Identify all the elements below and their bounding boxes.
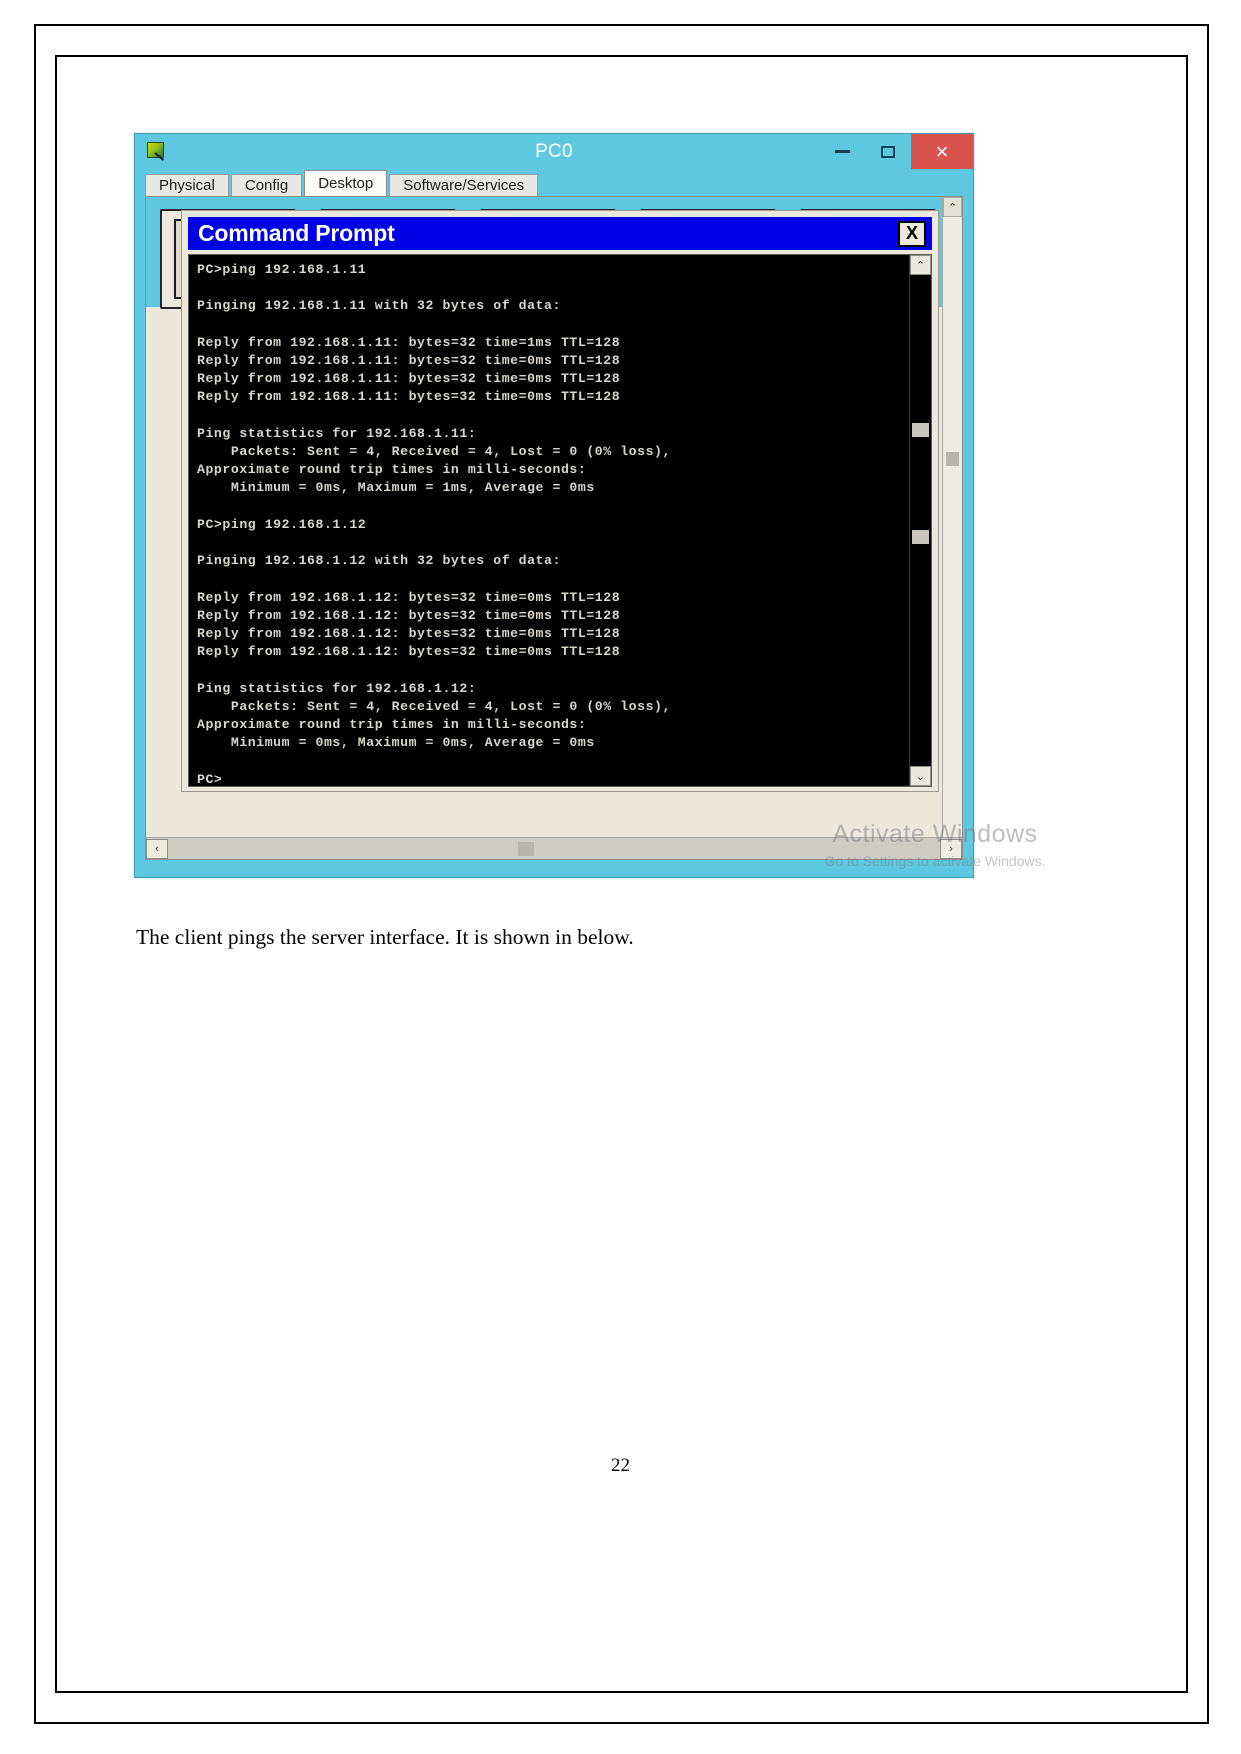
console-scroll-thumb[interactable] — [912, 423, 929, 437]
console-scroll-up-icon[interactable]: ⌃ — [910, 255, 931, 275]
window-title-bar: PC0 × — [135, 134, 973, 169]
packet-tracer-icon — [145, 141, 167, 163]
console-output-text: PC>ping 192.168.1.11 Pinging 192.168.1.1… — [197, 262, 671, 787]
device-tabs: Physical Config Desktop Software/Service… — [145, 169, 963, 196]
console-output-area[interactable]: PC>ping 192.168.1.11 Pinging 192.168.1.1… — [188, 254, 932, 787]
console-vertical-scrollbar[interactable]: ⌃ ⌄ — [909, 255, 931, 786]
tab-software-services[interactable]: Software/Services — [389, 174, 539, 196]
desktop-pane: Command Prompt X PC>ping 192.168.1.11 Pi… — [145, 196, 963, 860]
window-controls: × — [819, 134, 973, 169]
tab-config[interactable]: Config — [230, 174, 303, 196]
maximize-button[interactable] — [865, 134, 911, 169]
pane-scroll-thumb[interactable] — [946, 452, 959, 466]
tab-desktop[interactable]: Desktop — [304, 170, 388, 196]
command-prompt-title: Command Prompt — [198, 220, 395, 246]
console-scroll-down-icon[interactable]: ⌄ — [910, 766, 931, 786]
figure-caption: The client pings the server interface. I… — [136, 925, 634, 949]
minimize-button[interactable] — [819, 134, 865, 169]
pane-hscroll-thumb[interactable] — [518, 841, 534, 856]
desktop-pane-horizontal-scrollbar[interactable]: ‹ › — [146, 837, 962, 859]
page-number: 22 — [611, 1455, 630, 1476]
command-prompt-title-bar: Command Prompt X — [188, 217, 932, 250]
pane-scroll-right-icon[interactable]: › — [940, 838, 962, 859]
desktop-pane-vertical-scrollbar[interactable]: ⌃ — [942, 197, 962, 837]
pane-scroll-left-icon[interactable]: ‹ — [146, 838, 168, 859]
close-button[interactable]: × — [911, 134, 973, 169]
command-prompt-window: Command Prompt X PC>ping 192.168.1.11 Pi… — [181, 210, 939, 792]
console-scroll-thumb[interactable] — [912, 530, 929, 544]
packet-tracer-device-window: PC0 × Physical Config Desktop Software/S… — [134, 133, 974, 878]
tab-physical[interactable]: Physical — [145, 174, 229, 196]
command-prompt-close-icon[interactable]: X — [898, 220, 926, 247]
pane-scroll-up-icon[interactable]: ⌃ — [943, 197, 962, 217]
